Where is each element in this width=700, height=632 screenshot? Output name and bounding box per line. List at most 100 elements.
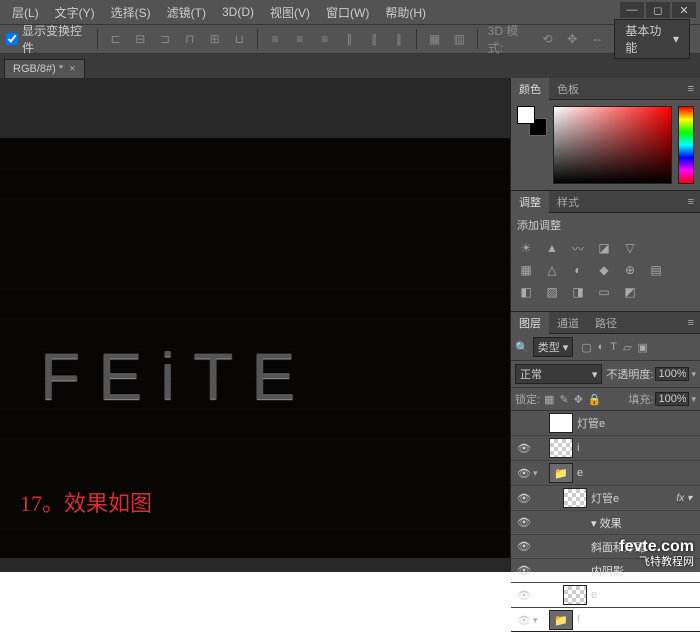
- auto-blend-icon[interactable]: ▥: [452, 31, 467, 47]
- layer-name[interactable]: f: [577, 614, 696, 626]
- layer-thumbnail[interactable]: [549, 438, 573, 458]
- tab-color[interactable]: 颜色: [511, 78, 549, 100]
- menu-select[interactable]: 选择(S): [103, 4, 159, 21]
- visibility-toggle[interactable]: 👁: [515, 467, 533, 480]
- layer-name[interactable]: 灯管e: [577, 415, 696, 431]
- align-bottom-icon[interactable]: ⊔: [232, 31, 247, 47]
- brightness-icon[interactable]: ☀: [517, 241, 535, 255]
- menu-layer[interactable]: 层(L): [4, 4, 47, 21]
- levels-icon[interactable]: ▲: [543, 241, 561, 255]
- layer-name[interactable]: i: [577, 442, 696, 454]
- align-right-icon[interactable]: ⊐: [158, 31, 173, 47]
- color-lookup-icon[interactable]: ▤: [647, 263, 665, 277]
- layer-name[interactable]: e: [591, 589, 696, 601]
- distribute-hcenter-icon[interactable]: ∥: [367, 31, 382, 47]
- menu-view[interactable]: 视图(V): [262, 4, 318, 21]
- fg-bg-swatch[interactable]: [517, 106, 547, 136]
- posterize-icon[interactable]: ▨: [543, 285, 561, 299]
- menu-help[interactable]: 帮助(H): [377, 4, 434, 21]
- minimize-button[interactable]: —: [620, 2, 644, 18]
- maximize-button[interactable]: ◻: [646, 2, 670, 18]
- panel-menu-icon[interactable]: ≡: [682, 196, 700, 208]
- close-tab-icon[interactable]: ×: [69, 63, 75, 75]
- expand-caret[interactable]: ▾: [533, 615, 545, 626]
- tab-channels[interactable]: 通道: [549, 312, 587, 334]
- 3d-orbit-icon[interactable]: ⟲: [540, 31, 555, 47]
- visibility-toggle[interactable]: 👁: [515, 516, 533, 529]
- fx-badge[interactable]: fx ▾: [676, 493, 696, 504]
- distribute-left-icon[interactable]: ∥: [342, 31, 357, 47]
- color-balance-icon[interactable]: △: [543, 263, 561, 277]
- align-left-icon[interactable]: ⊏: [108, 31, 123, 47]
- gradient-map-icon[interactable]: ▭: [595, 285, 613, 299]
- workspace-switcher[interactable]: 基本功能 ▾: [614, 19, 690, 59]
- distribute-top-icon[interactable]: ≡: [268, 31, 283, 47]
- layer-item[interactable]: 👁e: [511, 583, 700, 608]
- 3d-slide-icon[interactable]: ⇔: [590, 31, 605, 47]
- distribute-bottom-icon[interactable]: ≡: [317, 31, 332, 47]
- photo-filter-icon[interactable]: ◆: [595, 263, 613, 277]
- invert-icon[interactable]: ◧: [517, 285, 535, 299]
- layer-thumbnail[interactable]: [563, 585, 587, 605]
- color-field[interactable]: [553, 106, 672, 184]
- menu-3d[interactable]: 3D(D): [214, 5, 262, 19]
- chevron-down-icon[interactable]: ▾: [691, 394, 696, 405]
- visibility-toggle[interactable]: 👁: [515, 564, 533, 577]
- align-top-icon[interactable]: ⊓: [182, 31, 197, 47]
- foreground-color-swatch[interactable]: [517, 106, 535, 124]
- hue-slider[interactable]: [678, 106, 694, 184]
- canvas[interactable]: FEiTE 17。效果如图: [0, 78, 510, 572]
- filter-adjust-icon[interactable]: ◐: [598, 341, 605, 354]
- menu-filter[interactable]: 滤镜(T): [159, 4, 214, 21]
- layer-thumbnail[interactable]: [549, 413, 573, 433]
- align-hcenter-icon[interactable]: ⊟: [133, 31, 148, 47]
- visibility-toggle[interactable]: 👁: [515, 442, 533, 455]
- layer-thumbnail[interactable]: [563, 488, 587, 508]
- close-button[interactable]: ✕: [672, 2, 696, 18]
- curves-icon[interactable]: 〰: [569, 241, 587, 255]
- visibility-toggle[interactable]: 👁: [515, 614, 533, 627]
- layer-item[interactable]: 👁i: [511, 436, 700, 461]
- hue-sat-icon[interactable]: ▦: [517, 263, 535, 277]
- layer-item[interactable]: 灯管e: [511, 411, 700, 436]
- filter-pixel-icon[interactable]: ▢: [581, 341, 591, 354]
- visibility-toggle[interactable]: 👁: [515, 589, 533, 602]
- search-icon[interactable]: 🔍: [515, 341, 529, 354]
- bw-icon[interactable]: ◐: [569, 263, 587, 277]
- fill-input[interactable]: [655, 392, 689, 406]
- visibility-toggle[interactable]: 👁: [515, 540, 533, 553]
- vibrance-icon[interactable]: ▽: [621, 241, 639, 255]
- folder-icon[interactable]: 📁: [549, 463, 573, 483]
- layer-item[interactable]: 👁 灯管efx ▾: [511, 486, 700, 511]
- channel-mixer-icon[interactable]: ⊕: [621, 263, 639, 277]
- align-vcenter-icon[interactable]: ⊞: [207, 31, 222, 47]
- blend-mode-select[interactable]: 正常 ▾: [515, 364, 602, 384]
- filter-type-select[interactable]: 类型 ▾: [533, 337, 574, 357]
- auto-align-icon[interactable]: ▦: [427, 31, 442, 47]
- expand-caret[interactable]: ▾: [533, 468, 545, 479]
- distribute-vcenter-icon[interactable]: ≡: [292, 31, 307, 47]
- threshold-icon[interactable]: ◨: [569, 285, 587, 299]
- tab-layers[interactable]: 图层: [511, 312, 549, 334]
- lock-position-icon[interactable]: ✥: [574, 393, 583, 406]
- menu-type[interactable]: 文字(Y): [47, 4, 103, 21]
- opacity-input[interactable]: [655, 367, 689, 381]
- document-tab[interactable]: RGB/8#) * ×: [4, 59, 85, 78]
- filter-shape-icon[interactable]: ▱: [623, 341, 631, 354]
- panel-menu-icon[interactable]: ≡: [682, 83, 700, 95]
- menu-window[interactable]: 窗口(W): [318, 4, 377, 21]
- selective-color-icon[interactable]: ◩: [621, 285, 639, 299]
- layer-name[interactable]: 灯管e: [591, 490, 676, 506]
- lock-transparent-icon[interactable]: ▦: [544, 393, 554, 406]
- exposure-icon[interactable]: ◪: [595, 241, 613, 255]
- filter-smart-icon[interactable]: ▣: [638, 341, 648, 354]
- visibility-toggle[interactable]: 👁: [515, 492, 533, 505]
- layer-effect[interactable]: 👁▾ 效果: [511, 511, 700, 535]
- lock-all-icon[interactable]: 🔒: [588, 393, 602, 406]
- tab-styles[interactable]: 样式: [549, 191, 587, 213]
- tab-adjustments[interactable]: 调整: [511, 191, 549, 213]
- layer-group[interactable]: 👁▾📁f: [511, 608, 700, 631]
- filter-type-icon[interactable]: T: [610, 341, 617, 354]
- layer-group[interactable]: 👁▾📁e: [511, 461, 700, 486]
- layer-effect[interactable]: 👁内阴影: [511, 559, 700, 583]
